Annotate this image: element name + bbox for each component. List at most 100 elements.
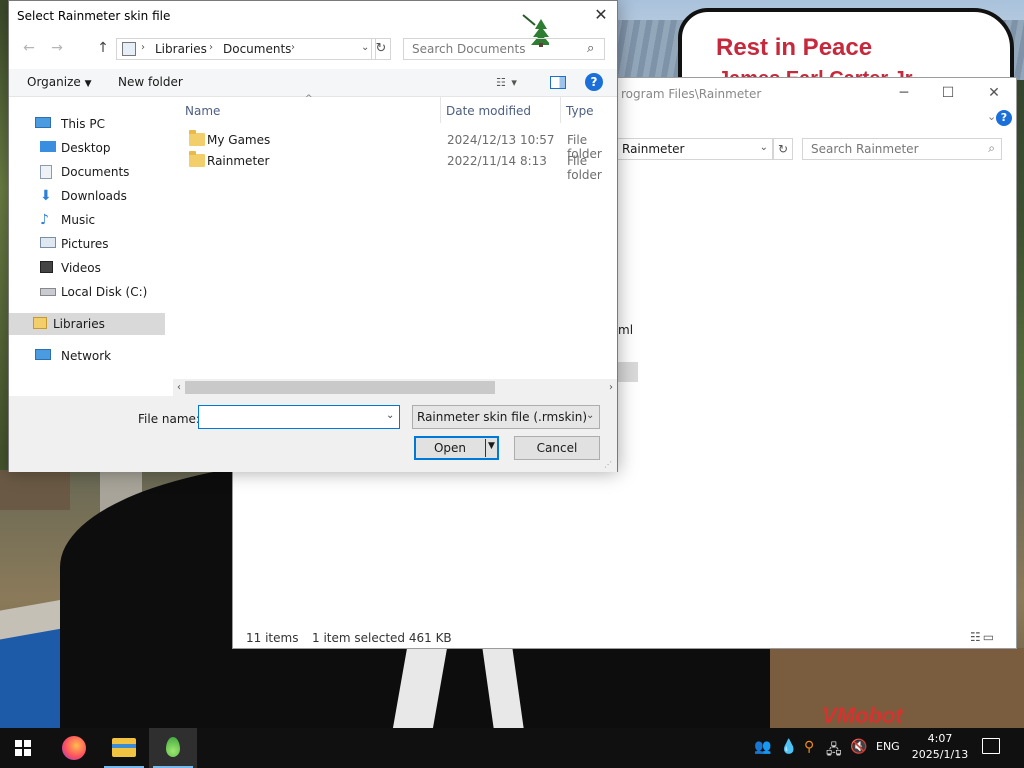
navigation-pane: This PC Desktop Documents ⬇ Downloads ♪ … xyxy=(9,97,177,377)
new-folder-button[interactable]: New folder xyxy=(118,75,183,89)
refresh-icon[interactable]: ↻ xyxy=(773,138,793,160)
address-dropdown-icon[interactable]: ⌄ xyxy=(760,142,768,153)
column-divider[interactable] xyxy=(560,97,561,123)
taskbar-rainmeter[interactable] xyxy=(149,728,197,768)
open-dropdown-icon[interactable]: ▼ xyxy=(488,441,495,451)
file-type: File folder xyxy=(567,154,602,182)
column-header-date[interactable]: Date modified xyxy=(446,97,531,123)
search-input[interactable]: Search Documents xyxy=(403,38,605,60)
nav-item-downloads[interactable]: ⬇ Downloads xyxy=(37,185,173,207)
open-button[interactable]: Open ▼ xyxy=(414,436,499,460)
volume-muted-icon[interactable]: 🔇 xyxy=(850,739,867,755)
column-divider[interactable] xyxy=(440,97,441,123)
up-icon[interactable]: ↑ xyxy=(93,40,113,58)
address-bar[interactable]: › Libraries › Documents › ⌄ xyxy=(116,38,376,60)
organize-button[interactable]: Organize ▼ xyxy=(27,75,92,89)
nav-label: Network xyxy=(61,349,112,363)
pictures-icon xyxy=(40,237,56,248)
rainmeter-icon xyxy=(166,737,180,757)
explorer-selected-row[interactable] xyxy=(618,362,638,382)
forward-icon[interactable]: → xyxy=(47,40,67,58)
droplet-icon[interactable]: 💧 xyxy=(780,739,797,755)
search-icon[interactable]: ⌕ xyxy=(587,41,594,56)
file-name-input[interactable] xyxy=(198,405,400,429)
breadcrumb-documents[interactable]: Documents xyxy=(223,42,291,56)
downloads-icon: ⬇ xyxy=(40,188,52,204)
preview-pane-icon[interactable] xyxy=(550,76,566,89)
explorer-file-partial[interactable]: ml xyxy=(618,323,633,337)
resize-grip-icon[interactable]: ⋰ xyxy=(604,460,612,469)
file-date: 2024/12/13 10:57 xyxy=(447,133,555,147)
file-explorer-icon xyxy=(112,738,136,757)
cancel-button[interactable]: Cancel xyxy=(514,436,600,460)
network-icon[interactable]: 🖧 xyxy=(826,739,842,763)
breadcrumb-libraries[interactable]: Libraries xyxy=(155,42,207,56)
nav-item-music[interactable]: ♪ Music xyxy=(37,209,173,231)
close-icon[interactable]: ✕ xyxy=(971,82,1017,104)
open-label: Open xyxy=(433,441,467,455)
nav-item-desktop[interactable]: Desktop xyxy=(37,137,173,159)
select-file-dialog[interactable]: Select Rainmeter skin file ✕ ← → ↑ › Lib… xyxy=(8,0,618,472)
chevron-down-icon[interactable]: ⌄ xyxy=(586,410,594,421)
horizontal-scrollbar[interactable]: ‹ › xyxy=(173,379,617,396)
maximize-icon[interactable]: ☐ xyxy=(925,82,971,104)
scroll-left-icon[interactable]: ‹ xyxy=(173,379,185,396)
organize-label: Organize xyxy=(27,75,81,89)
scrollbar-thumb[interactable] xyxy=(185,381,495,394)
file-row[interactable]: Rainmeter 2022/11/14 8:13 File folder xyxy=(185,150,625,182)
back-icon[interactable]: ← xyxy=(19,40,39,58)
close-icon[interactable]: ✕ xyxy=(591,5,611,25)
view-toggle-icon[interactable]: ☷▭ xyxy=(970,630,996,644)
chevron-right-icon[interactable]: › xyxy=(291,42,295,53)
dialog-footer: File name: ⌄ Rainmeter skin file (.rmski… xyxy=(9,396,617,472)
help-icon[interactable]: ? xyxy=(996,110,1012,126)
nav-item-pictures[interactable]: Pictures xyxy=(37,233,173,255)
chevron-right-icon[interactable]: › xyxy=(209,42,213,53)
start-button[interactable] xyxy=(15,740,31,756)
nav-item-local-disk[interactable]: Local Disk (C:) xyxy=(37,281,173,303)
file-type-select[interactable]: Rainmeter skin file (.rmskin) xyxy=(412,405,600,429)
search-placeholder: Search Rainmeter xyxy=(811,142,919,156)
notification-icon[interactable] xyxy=(982,738,1000,754)
pc-icon xyxy=(35,117,51,128)
minimize-icon[interactable]: ─ xyxy=(881,82,927,104)
desktop-icon xyxy=(40,141,56,152)
nav-item-documents[interactable]: Documents xyxy=(37,161,173,183)
help-icon[interactable]: ? xyxy=(585,73,603,91)
nav-item-this-pc[interactable]: This PC xyxy=(29,113,173,135)
nav-label: Music xyxy=(61,213,96,227)
people-icon[interactable]: 👥 xyxy=(754,739,771,755)
nav-item-libraries[interactable]: Libraries xyxy=(9,313,165,335)
language-indicator[interactable]: ENG xyxy=(876,740,900,753)
refresh-icon[interactable]: ↻ xyxy=(371,38,391,60)
search-icon: ⌕ xyxy=(988,141,995,155)
change-view-icon[interactable]: ☷ ▾ xyxy=(496,76,518,89)
file-row[interactable]: My Games 2024/12/13 10:57 File folder xyxy=(185,129,625,161)
libraries-icon xyxy=(122,42,136,56)
column-header-name[interactable]: Name xyxy=(185,97,220,123)
nav-item-videos[interactable]: Videos xyxy=(37,257,173,279)
taskbar-file-explorer[interactable] xyxy=(100,728,148,768)
address-text: Rainmeter xyxy=(622,142,685,156)
folder-icon xyxy=(189,130,205,146)
music-icon: ♪ xyxy=(40,212,49,228)
explorer-address-bar[interactable]: Rainmeter ⌄ xyxy=(613,138,773,160)
clock[interactable]: 4:07 2025/1/13 xyxy=(900,731,980,763)
scroll-right-icon[interactable]: › xyxy=(605,379,617,396)
nav-label: Libraries xyxy=(53,317,105,331)
wallpaper-bench xyxy=(0,470,70,510)
taskbar-firefox[interactable] xyxy=(50,728,98,768)
disk-icon xyxy=(40,288,56,296)
firefox-icon xyxy=(62,736,86,760)
chevron-down-icon[interactable]: ⌄ xyxy=(361,42,369,53)
chevron-down-icon[interactable]: ⌄ xyxy=(386,410,394,421)
chevron-right-icon[interactable]: › xyxy=(141,42,145,53)
nav-item-network[interactable]: Network xyxy=(29,345,173,367)
explorer-search-input[interactable]: Search Rainmeter ⌕ xyxy=(802,138,1002,160)
status-selection: 1 item selected 461 KB xyxy=(312,631,452,645)
nav-label: Downloads xyxy=(61,189,127,203)
column-header-type[interactable]: Type xyxy=(566,97,594,123)
magnifier-icon[interactable]: ⚲ xyxy=(804,739,814,755)
videos-icon xyxy=(40,261,53,273)
chevron-down-icon[interactable]: ⌄ xyxy=(987,110,996,123)
